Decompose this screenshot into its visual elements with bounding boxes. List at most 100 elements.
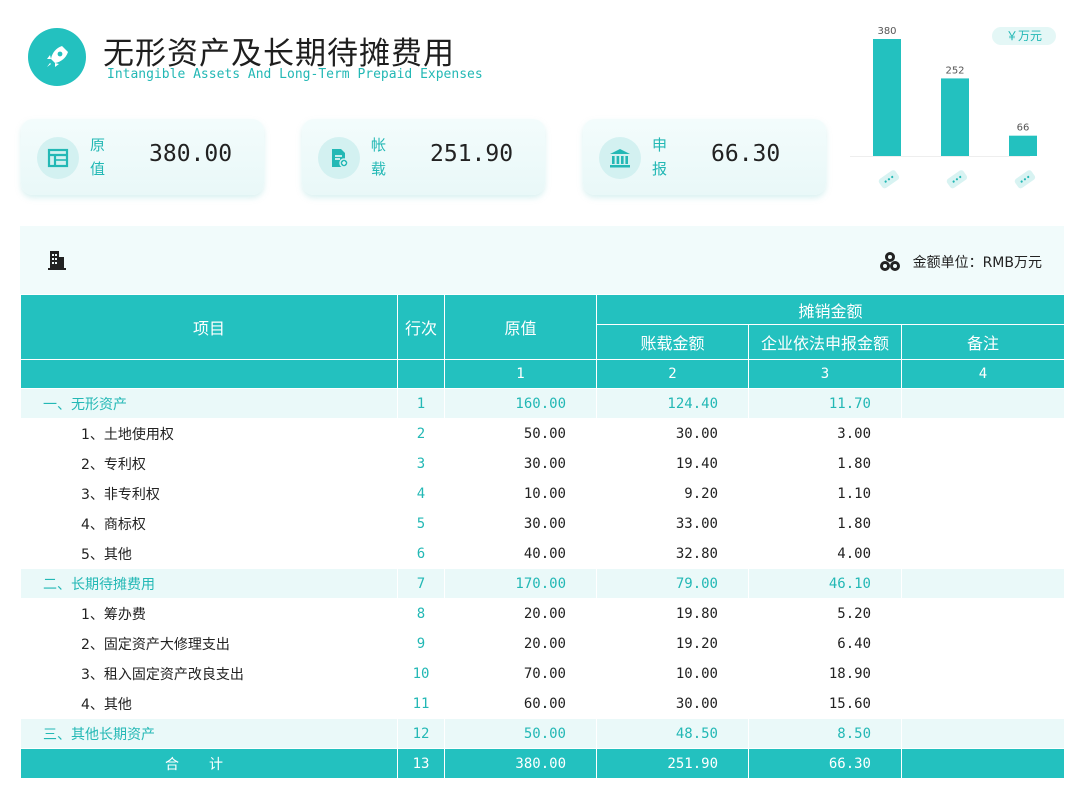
book-cell: 10.00 [596, 658, 749, 689]
table-row: 1、土地使用权 2 50.00 30.00 3.00 [20, 418, 1065, 449]
remarks-cell [901, 478, 1065, 509]
original-cell: 30.00 [444, 448, 597, 479]
declared-cell: 18.90 [748, 658, 902, 689]
item-cell: 1、筹办费 [20, 598, 398, 629]
header-book: 账载金额 [596, 324, 749, 360]
original-cell: 10.00 [444, 478, 597, 509]
table-row: 2、固定资产大修理支出 9 20.00 19.20 6.40 [20, 628, 1065, 659]
item-cell: 3、租入固定资产改良支出 [20, 658, 398, 689]
book-cell: 79.00 [596, 568, 749, 599]
summary-card-declared: 申报 66.30 [583, 119, 826, 195]
line-cell: 3 [397, 448, 445, 479]
chart-bar [873, 39, 901, 156]
book-cell: 30.00 [596, 418, 749, 449]
declared-cell: 66.30 [748, 748, 902, 779]
original-cell: 40.00 [444, 538, 597, 569]
item-cell: 2、固定资产大修理支出 [20, 628, 398, 659]
amount-unit-label: 金额单位：RMB万元 [912, 255, 1042, 271]
declared-cell: 15.60 [748, 688, 902, 719]
remarks-cell [901, 388, 1065, 419]
declared-cell: 8.50 [748, 718, 902, 749]
item-cell: 5、其他 [20, 538, 398, 569]
column-number: 3 [748, 359, 902, 389]
item-cell: 三、其他长期资产 [20, 718, 398, 749]
header-amortization: 摊销金额 [596, 294, 1065, 325]
card-label: 帐载 [371, 136, 387, 178]
header-line: 行次 [397, 294, 445, 360]
original-cell: 50.00 [444, 718, 597, 749]
original-cell: 20.00 [444, 598, 597, 629]
book-cell: 19.20 [596, 628, 749, 659]
header-remarks: 备注 [901, 324, 1065, 360]
remarks-cell [901, 448, 1065, 479]
declared-cell: 1.10 [748, 478, 902, 509]
remarks-cell [901, 658, 1065, 689]
building-icon [48, 251, 66, 270]
table-row: 4、其他 11 60.00 30.00 15.60 [20, 688, 1065, 719]
remarks-cell [901, 568, 1065, 599]
declared-cell: 1.80 [748, 508, 902, 539]
table-toolbar: 金额单位：RMB万元 [20, 226, 1064, 294]
book-cell: 32.80 [596, 538, 749, 569]
book-cell: 48.50 [596, 718, 749, 749]
item-cell: 1、土地使用权 [20, 418, 398, 449]
table-icon [37, 137, 79, 179]
line-cell: 8 [397, 598, 445, 629]
chart-data-label: 380 [877, 26, 896, 37]
declared-cell: 1.80 [748, 448, 902, 479]
original-cell: 170.00 [444, 568, 597, 599]
item-cell: 4、商标权 [20, 508, 398, 539]
table-row: 5、其他 6 40.00 32.80 4.00 [20, 538, 1065, 569]
item-cell: 二、长期待摊费用 [20, 568, 398, 599]
table-row: 一、无形资产 1 160.00 124.40 11.70 [20, 388, 1065, 419]
table-row: 二、长期待摊费用 7 170.00 79.00 46.10 [20, 568, 1065, 599]
table-row: 合计 13 380.00 251.90 66.30 [20, 748, 1065, 779]
original-cell: 50.00 [444, 418, 597, 449]
assets-table: 项目 行次 原值 摊销金额 账载金额 企业依法申报金额 备注 1 2 3 4 一… [20, 294, 1065, 779]
table-row: 3、租入固定资产改良支出 10 70.00 10.00 18.90 [20, 658, 1065, 689]
chart-data-label: 252 [945, 65, 964, 76]
declared-cell: 11.70 [748, 388, 902, 419]
line-cell: 2 [397, 418, 445, 449]
card-value: 380.00 [149, 141, 233, 167]
table-row: 4、商标权 5 30.00 33.00 1.80 [20, 508, 1065, 539]
chart-bar [1009, 135, 1037, 156]
item-cell: 4、其他 [20, 688, 398, 719]
book-cell: 251.90 [596, 748, 749, 779]
chart-bar [941, 78, 969, 156]
original-cell: 20.00 [444, 628, 597, 659]
page-subtitle: Intangible Assets And Long-Term Prepaid … [107, 67, 483, 82]
document-icon [318, 137, 360, 179]
line-cell: 12 [397, 718, 445, 749]
remarks-cell [901, 598, 1065, 629]
book-cell: 19.80 [596, 598, 749, 629]
book-cell: 9.20 [596, 478, 749, 509]
book-cell: 30.00 [596, 688, 749, 719]
remarks-cell [901, 748, 1065, 779]
book-cell: 33.00 [596, 508, 749, 539]
declared-cell: 6.40 [748, 628, 902, 659]
declared-cell: 46.10 [748, 568, 902, 599]
coins-icon [879, 252, 900, 271]
original-cell: 160.00 [444, 388, 597, 419]
original-cell: 70.00 [444, 658, 597, 689]
line-cell: 13 [397, 748, 445, 779]
line-cell: 9 [397, 628, 445, 659]
column-number: 2 [596, 359, 749, 389]
table-row: 1、筹办费 8 20.00 19.80 5.20 [20, 598, 1065, 629]
column-number: 1 [444, 359, 597, 389]
line-cell: 6 [397, 538, 445, 569]
card-value: 66.30 [711, 141, 781, 167]
rocket-icon [28, 28, 86, 86]
line-cell: 10 [397, 658, 445, 689]
item-cell: 合计 [20, 748, 398, 779]
remarks-cell [901, 538, 1065, 569]
tag-icon [878, 170, 900, 189]
header-original: 原值 [444, 294, 597, 360]
remarks-cell [901, 628, 1065, 659]
table-row: 三、其他长期资产 12 50.00 48.50 8.50 [20, 718, 1065, 749]
line-cell: 4 [397, 478, 445, 509]
original-cell: 60.00 [444, 688, 597, 719]
summary-bar-chart: 380 252 66 [850, 26, 1037, 189]
book-cell: 124.40 [596, 388, 749, 419]
